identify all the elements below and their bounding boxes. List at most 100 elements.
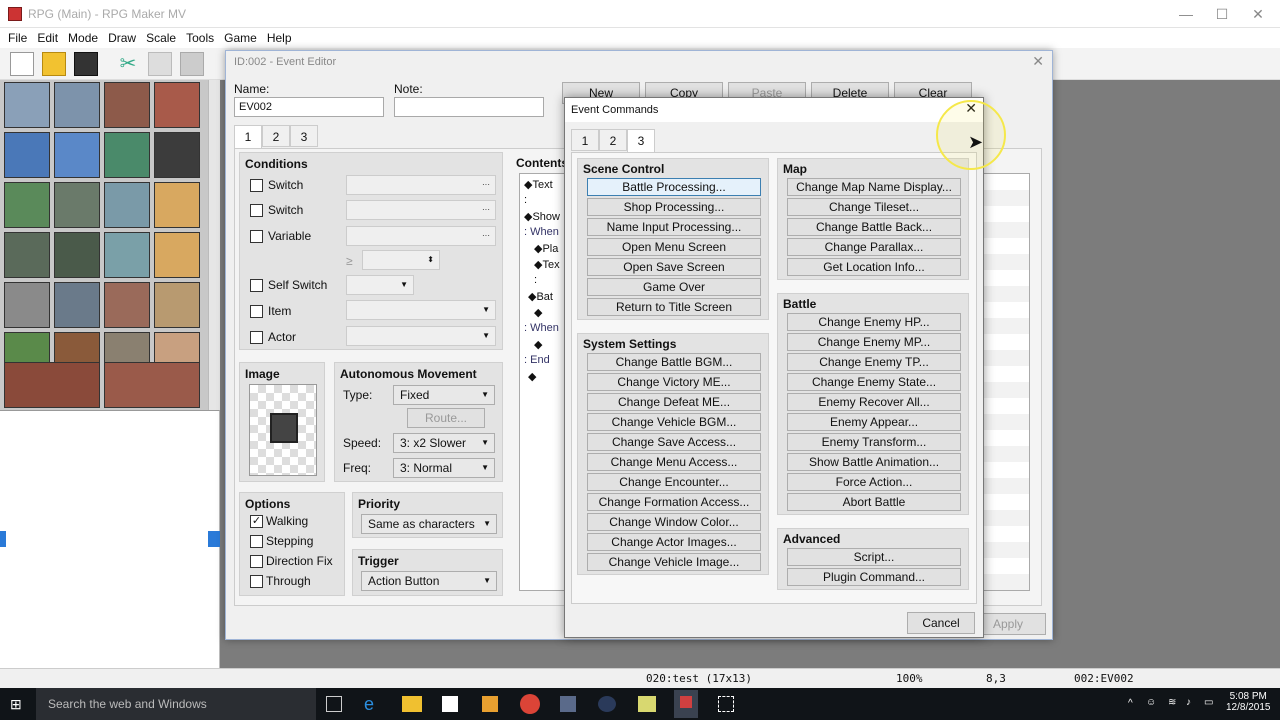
list-item[interactable]: ◆Show bbox=[524, 210, 560, 223]
change-menu-access-button[interactable]: Change Menu Access... bbox=[587, 453, 761, 471]
app-icon[interactable] bbox=[638, 696, 656, 712]
change-defeat-me-button[interactable]: Change Defeat ME... bbox=[587, 393, 761, 411]
game-over-button[interactable]: Game Over bbox=[587, 278, 761, 296]
change-vehicle-image-button[interactable]: Change Vehicle Image... bbox=[587, 553, 761, 571]
list-item[interactable]: ◆Tex bbox=[534, 258, 560, 271]
self-switch-select[interactable]: ▼ bbox=[346, 275, 414, 295]
walking-checkbox[interactable]: ✓ bbox=[250, 515, 263, 528]
steam-icon[interactable] bbox=[598, 696, 616, 712]
cancel-button[interactable]: Cancel bbox=[907, 612, 975, 634]
cut-icon[interactable]: ✂ bbox=[116, 52, 140, 76]
tile[interactable] bbox=[54, 282, 100, 328]
menu-scale[interactable]: Scale bbox=[141, 28, 181, 48]
list-item[interactable]: ◆Bat bbox=[528, 290, 553, 303]
menu-tools[interactable]: Tools bbox=[181, 28, 219, 48]
rpgmaker-taskbar-icon[interactable] bbox=[674, 690, 698, 718]
tab-page-2[interactable]: 2 bbox=[262, 125, 290, 147]
menu-draw[interactable]: Draw bbox=[103, 28, 141, 48]
search-input[interactable]: Search the web and Windows bbox=[36, 688, 316, 720]
tile[interactable] bbox=[104, 282, 150, 328]
palette-scrollbar[interactable] bbox=[208, 80, 220, 410]
name-input-processing-button[interactable]: Name Input Processing... bbox=[587, 218, 761, 236]
tab-commands-1[interactable]: 1 bbox=[571, 129, 599, 151]
tab-page-3[interactable]: 3 bbox=[290, 125, 318, 147]
open-menu-screen-button[interactable]: Open Menu Screen bbox=[587, 238, 761, 256]
tab-page-1[interactable]: 1 bbox=[234, 125, 262, 149]
actor-checkbox[interactable] bbox=[250, 331, 263, 344]
change-enemy-mp-button[interactable]: Change Enemy MP... bbox=[787, 333, 961, 351]
shop-processing-button[interactable]: Shop Processing... bbox=[587, 198, 761, 216]
tile[interactable] bbox=[54, 232, 100, 278]
contents-list[interactable]: ◆Text : ◆Show : When ◆Pla ◆Tex : ◆Bat ◆ … bbox=[519, 173, 567, 591]
file-explorer-icon[interactable] bbox=[402, 696, 422, 712]
tile[interactable] bbox=[104, 82, 150, 128]
media-player-icon[interactable] bbox=[482, 696, 498, 712]
list-item[interactable]: : When bbox=[524, 226, 559, 238]
note-field[interactable] bbox=[394, 97, 544, 117]
speed-select[interactable]: 3: x2 Slower ▼ bbox=[393, 433, 495, 453]
list-item[interactable]: ◆Text bbox=[524, 178, 553, 191]
switch1-select[interactable]: ··· bbox=[346, 175, 496, 195]
variable-checkbox[interactable] bbox=[250, 230, 263, 243]
list-item[interactable]: : bbox=[524, 194, 527, 206]
switch1-checkbox[interactable] bbox=[250, 179, 263, 192]
snipping-tool-icon[interactable] bbox=[718, 696, 734, 712]
close-icon[interactable]: ✕ bbox=[1240, 2, 1276, 26]
paste-icon[interactable] bbox=[180, 52, 204, 76]
freq-select[interactable]: 3: Normal ▼ bbox=[393, 458, 495, 478]
menu-mode[interactable]: Mode bbox=[63, 28, 103, 48]
list-item[interactable]: ◆Pla bbox=[534, 242, 558, 255]
variable-select[interactable]: ··· bbox=[346, 226, 496, 246]
show-battle-animation-button[interactable]: Show Battle Animation... bbox=[787, 453, 961, 471]
minimize-icon[interactable]: — bbox=[1168, 2, 1204, 26]
save-icon[interactable] bbox=[74, 52, 98, 76]
list-item[interactable]: : When bbox=[524, 322, 559, 334]
switch2-checkbox[interactable] bbox=[250, 204, 263, 217]
tile[interactable] bbox=[154, 232, 200, 278]
change-battle-bgm-button[interactable]: Change Battle BGM... bbox=[587, 353, 761, 371]
tile[interactable] bbox=[104, 132, 150, 178]
tile[interactable] bbox=[4, 282, 50, 328]
tile[interactable] bbox=[154, 282, 200, 328]
list-item[interactable]: ◆ bbox=[534, 306, 542, 319]
force-action-button[interactable]: Force Action... bbox=[787, 473, 961, 491]
change-window-color-button[interactable]: Change Window Color... bbox=[587, 513, 761, 531]
tile[interactable] bbox=[4, 182, 50, 228]
tile[interactable] bbox=[4, 232, 50, 278]
menu-edit[interactable]: Edit bbox=[32, 28, 63, 48]
windows-start-icon[interactable]: ⊞ bbox=[10, 696, 26, 712]
item-checkbox[interactable] bbox=[250, 305, 263, 318]
enemy-recover-all-button[interactable]: Enemy Recover All... bbox=[787, 393, 961, 411]
change-enemy-tp-button[interactable]: Change Enemy TP... bbox=[787, 353, 961, 371]
through-checkbox[interactable] bbox=[250, 575, 263, 588]
tile[interactable] bbox=[4, 362, 100, 408]
change-map-name-display-button[interactable]: Change Map Name Display... bbox=[787, 178, 961, 196]
tab-commands-3[interactable]: 3 bbox=[627, 129, 655, 153]
direction-fix-checkbox[interactable] bbox=[250, 555, 263, 568]
switch2-select[interactable]: ··· bbox=[346, 200, 496, 220]
tile[interactable] bbox=[104, 182, 150, 228]
close-icon[interactable]: ✕ bbox=[1032, 53, 1044, 70]
tile[interactable] bbox=[54, 182, 100, 228]
enemy-appear-button[interactable]: Enemy Appear... bbox=[787, 413, 961, 431]
change-vehicle-bgm-button[interactable]: Change Vehicle BGM... bbox=[587, 413, 761, 431]
change-save-access-button[interactable]: Change Save Access... bbox=[587, 433, 761, 451]
clock[interactable]: 5:08 PM 12/8/2015 bbox=[1226, 691, 1271, 713]
app-icon[interactable] bbox=[560, 696, 576, 712]
list-item[interactable]: : End bbox=[524, 354, 550, 366]
menu-file[interactable]: File bbox=[3, 28, 32, 48]
self-switch-checkbox[interactable] bbox=[250, 279, 263, 292]
list-item[interactable]: ◆ bbox=[528, 370, 536, 383]
tile[interactable] bbox=[104, 232, 150, 278]
open-save-screen-button[interactable]: Open Save Screen bbox=[587, 258, 761, 276]
tile[interactable] bbox=[4, 82, 50, 128]
tile[interactable] bbox=[54, 132, 100, 178]
menu-game[interactable]: Game bbox=[219, 28, 262, 48]
script-button[interactable]: Script... bbox=[787, 548, 961, 566]
trigger-select[interactable]: Action Button ▼ bbox=[361, 571, 497, 591]
tile[interactable] bbox=[4, 132, 50, 178]
open-folder-icon[interactable] bbox=[42, 52, 66, 76]
tile[interactable] bbox=[54, 82, 100, 128]
tile[interactable] bbox=[154, 182, 200, 228]
edge-browser-icon[interactable]: e bbox=[364, 694, 374, 715]
